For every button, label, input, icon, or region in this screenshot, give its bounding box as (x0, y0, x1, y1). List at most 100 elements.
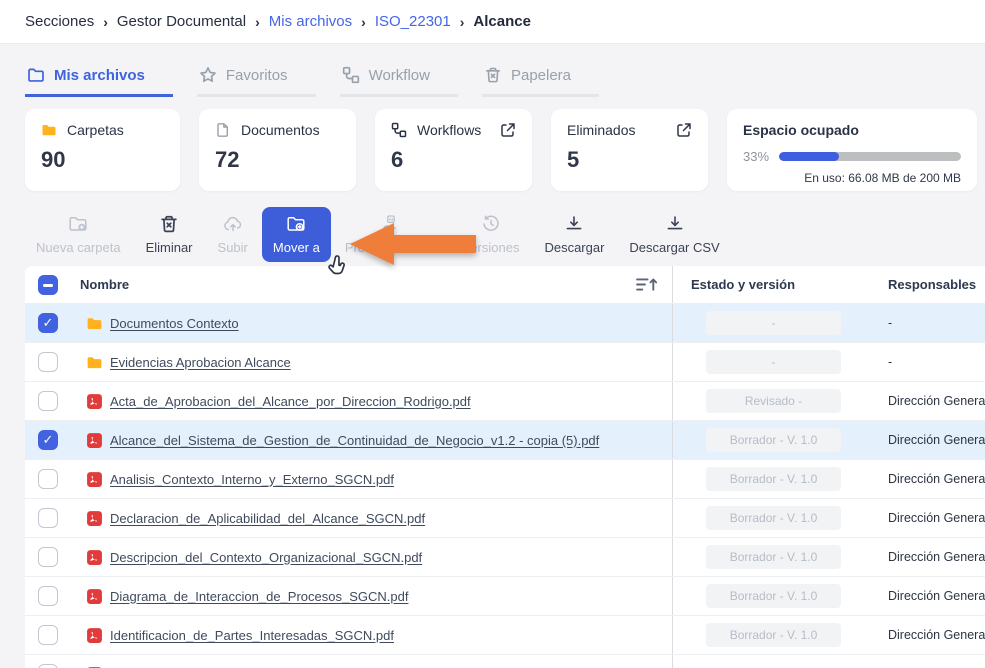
tab-mis-archivos[interactable]: Mis archivos (25, 62, 173, 97)
row-responsible-cell: Dirección General (865, 460, 985, 498)
stat-cards: Carpetas90Documentos72Workflows6 Eliminad… (25, 109, 985, 191)
breadcrumb-separator: › (255, 14, 260, 30)
tool-label: Eliminar (146, 240, 193, 255)
row-responsible-cell: Dirección General (865, 577, 985, 615)
breadcrumb-item-secciones[interactable]: Secciones (25, 13, 94, 30)
column-header-responsables: Responsables (865, 266, 985, 303)
file-link[interactable]: Declaracion_de_Aplicabilidad_del_Alcance… (110, 511, 425, 526)
stat-card-workflows: Workflows6 (375, 109, 532, 191)
tab-label: Papelera (511, 67, 571, 84)
row-checkbox[interactable] (38, 430, 58, 450)
status-badge: Borrador - V. 1.0 (706, 467, 841, 491)
row-name-cell (25, 655, 672, 668)
breadcrumb-item-mis-archivos[interactable]: Mis archivos (269, 13, 352, 30)
breadcrumb: Secciones › Gestor Documental › Mis archivos… (0, 0, 985, 44)
descargar-csv-button[interactable]: Descargar CSV (618, 207, 730, 262)
file-link[interactable]: Alcance_del_Sistema_de_Gestion_de_Contin… (110, 433, 599, 448)
row-name-cell: Descripcion_del_Contexto_Organizacional_… (25, 538, 672, 576)
download-icon (665, 214, 685, 234)
eliminar-button[interactable]: Eliminar (135, 207, 204, 262)
toolbar: Nueva carpeta Eliminar Subir Mover aAIProce… (25, 207, 985, 262)
ai-icon: AI (381, 214, 401, 234)
versiones-button[interactable]: Versiones (451, 207, 530, 262)
mover-a-button[interactable]: Mover a (262, 207, 331, 262)
row-status-cell: Borrador - V. 1.0 (672, 538, 865, 576)
sort-icon[interactable] (635, 276, 658, 293)
folder-filled-icon (86, 354, 103, 371)
document-manager-page: Secciones › Gestor Documental › Mis archivos… (0, 0, 985, 668)
stat-card-documentos: Documentos72 (199, 109, 356, 191)
card-label: Carpetas (67, 122, 124, 138)
row-status-cell: Borrador - V. 1.0 (672, 499, 865, 537)
table-row: Analisis_Contexto_Interno_y_Externo_SGCN… (25, 459, 985, 498)
pdf-icon (86, 510, 103, 527)
tab-favoritos[interactable]: Favoritos (197, 62, 316, 97)
subir-button[interactable]: Subir (207, 207, 259, 262)
file-link[interactable]: Acta_de_Aprobacion_del_Alcance_por_Direc… (110, 394, 471, 409)
row-checkbox[interactable] (38, 469, 58, 489)
card-label: Eliminados (567, 122, 635, 138)
row-checkbox[interactable] (38, 508, 58, 528)
external-link-icon[interactable] (676, 122, 692, 138)
card-value: 5 (567, 147, 692, 173)
storage-progress-track (779, 152, 961, 161)
table-row: Documentos Contexto-- (25, 303, 985, 342)
tab-papelera[interactable]: Papelera (482, 62, 599, 97)
descargar-button[interactable]: Descargar (533, 207, 615, 262)
tool-label: Subir (218, 240, 248, 255)
row-checkbox[interactable] (38, 664, 58, 668)
file-link[interactable]: Identificacion_de_Partes_Interesadas_SGC… (110, 628, 394, 643)
row-checkbox[interactable] (38, 313, 58, 333)
status-badge: - (706, 311, 841, 335)
pdf-icon (86, 588, 103, 605)
breadcrumb-separator: › (460, 14, 465, 30)
storage-card: Espacio ocupado33%En uso: 66.08 MB de 20… (727, 109, 977, 191)
card-value: 6 (391, 147, 516, 173)
row-checkbox[interactable] (38, 352, 58, 372)
stat-card-carpetas: Carpetas90 (25, 109, 180, 191)
table-row: Acta_de_Aprobacion_del_Alcance_por_Direc… (25, 381, 985, 420)
svg-text:AI: AI (389, 217, 394, 222)
file-link[interactable]: Analisis_Contexto_Interno_y_Externo_SGCN… (110, 472, 394, 487)
external-link-icon[interactable] (500, 122, 516, 138)
card-header: Eliminados (567, 122, 692, 138)
row-name-cell: Documentos Contexto (25, 304, 672, 342)
table-row: Descripcion_del_Contexto_Organizacional_… (25, 537, 985, 576)
breadcrumb-item-iso-22301[interactable]: ISO_22301 (375, 13, 451, 30)
breadcrumb-item-gestor-documental[interactable]: Gestor Documental (117, 13, 246, 30)
row-name-cell: Identificacion_de_Partes_Interesadas_SGC… (25, 616, 672, 654)
pdf-icon (86, 549, 103, 566)
move-icon (286, 214, 306, 234)
folder-link[interactable]: Evidencias Aprobacion Alcance (110, 355, 291, 370)
trash-icon (484, 66, 502, 84)
tab-label: Favoritos (226, 67, 288, 84)
row-responsible-cell: Dirección General (865, 538, 985, 576)
tab-label: Mis archivos (54, 67, 145, 84)
nueva-carpeta-button[interactable]: Nueva carpeta (25, 207, 132, 262)
folder-filled-icon (41, 122, 57, 138)
folder-link[interactable]: Documentos Contexto (110, 316, 239, 331)
row-checkbox[interactable] (38, 547, 58, 567)
row-name-cell: Acta_de_Aprobacion_del_Alcance_por_Direc… (25, 382, 672, 420)
upload-icon (223, 214, 243, 234)
new-folder-icon (68, 214, 88, 234)
tab-workflow[interactable]: Workflow (340, 62, 458, 97)
row-checkbox[interactable] (38, 625, 58, 645)
select-all-checkbox[interactable] (38, 275, 58, 295)
workflow-icon (342, 66, 360, 84)
card-header: Carpetas (41, 122, 164, 138)
procesar-con-ia-button[interactable]: AIProcesar con IA (334, 207, 449, 262)
file-link[interactable]: Descripcion_del_Contexto_Organizacional_… (110, 550, 422, 565)
row-status-cell: Revisado - (672, 382, 865, 420)
history-icon (481, 214, 501, 234)
row-responsible-cell (865, 655, 985, 668)
row-checkbox[interactable] (38, 586, 58, 606)
table-body: Documentos Contexto--Evidencias Aprobaci… (25, 303, 985, 668)
row-checkbox[interactable] (38, 391, 58, 411)
file-link[interactable]: Diagrama_de_Interaccion_de_Procesos_SGCN… (110, 589, 408, 604)
card-label: Documentos (241, 122, 320, 138)
tab-bar: Mis archivos Favoritos Workflow Papelera (25, 62, 985, 97)
status-badge: Borrador - V. 1.0 (706, 506, 841, 530)
folder-filled-icon (86, 315, 103, 332)
storage-title: Espacio ocupado (743, 122, 961, 138)
